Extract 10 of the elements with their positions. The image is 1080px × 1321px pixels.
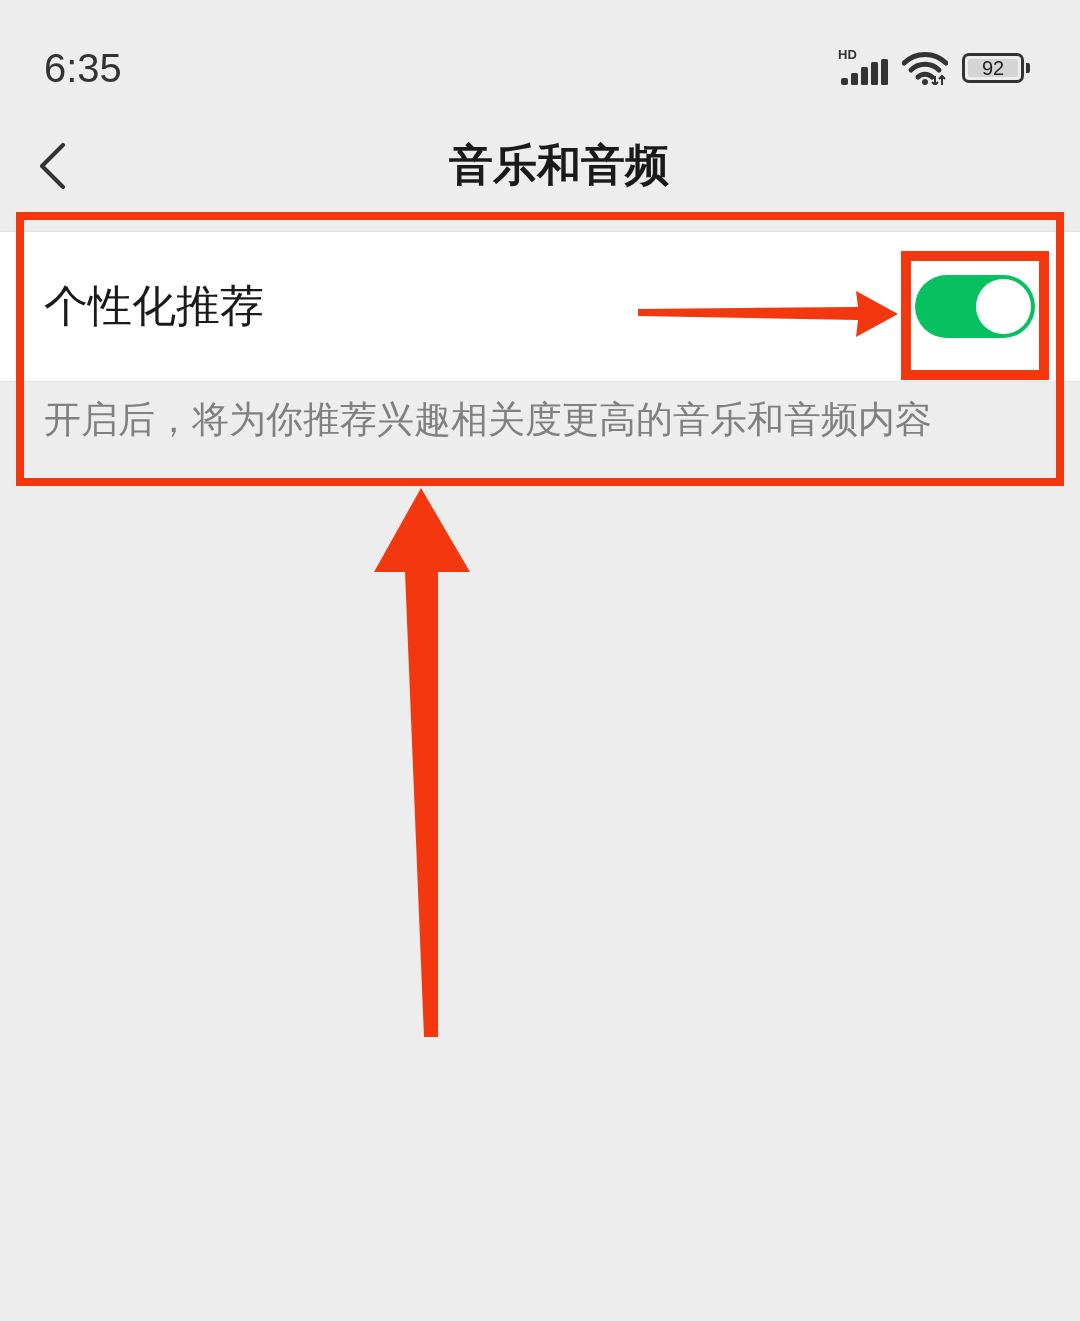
network-type-label: HD bbox=[838, 48, 857, 61]
status-time: 6:35 bbox=[44, 48, 122, 88]
back-chevron-icon bbox=[38, 142, 66, 189]
wifi-icon bbox=[902, 51, 948, 85]
page-title: 音乐和音频 bbox=[449, 139, 669, 192]
back-button[interactable] bbox=[38, 142, 68, 189]
setting-label: 个性化推荐 bbox=[44, 280, 264, 333]
setting-description: 开启后，将为你推荐兴趣相关度更高的音乐和音频内容 bbox=[43, 397, 933, 443]
battery-percentage: 92 bbox=[968, 59, 1018, 77]
signal-icon bbox=[841, 59, 889, 85]
